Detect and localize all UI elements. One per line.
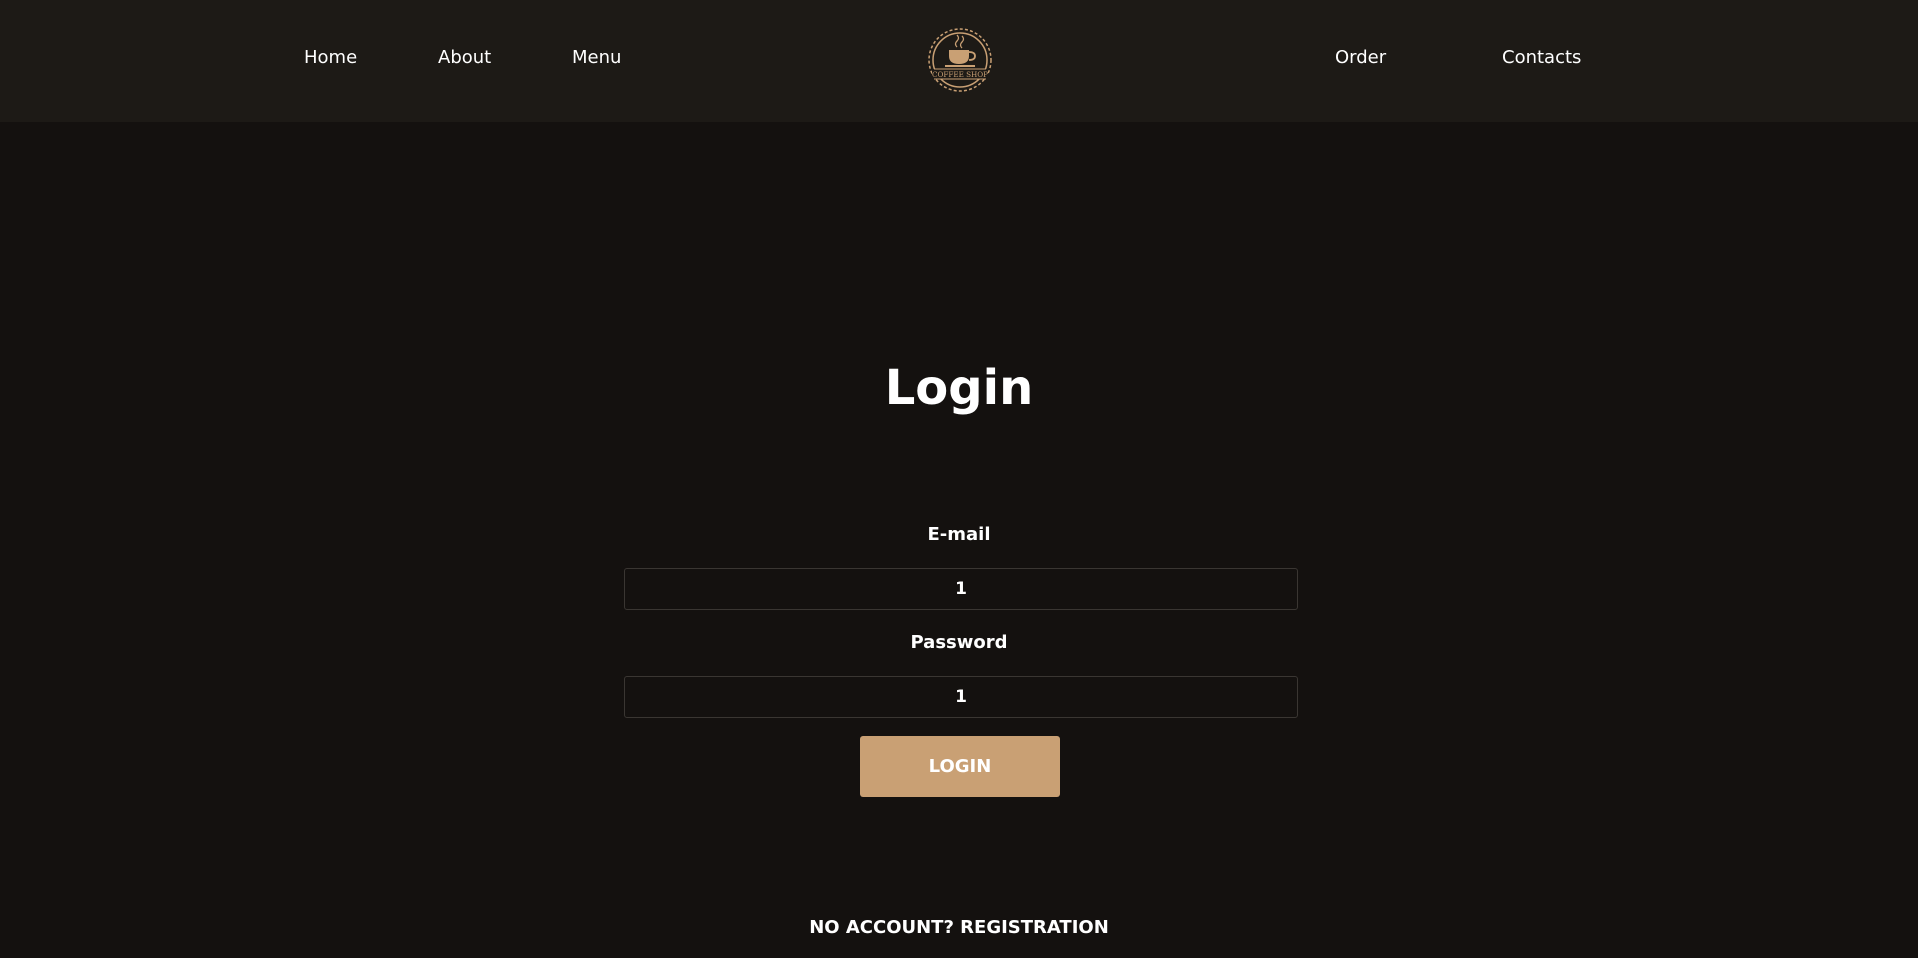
page-title: Login (884, 360, 1034, 416)
nav-about-link[interactable]: About (438, 46, 491, 70)
email-field[interactable] (624, 568, 1298, 610)
coffee-shop-logo[interactable]: COFFEE SHOP (922, 25, 998, 95)
password-field[interactable] (624, 676, 1298, 718)
logo-text: COFFEE SHOP (932, 70, 988, 79)
site-header: Home About Menu COFFEE SHOP Order Contac… (0, 0, 1918, 122)
nav-order-link[interactable]: Order (1335, 46, 1386, 70)
registration-link[interactable]: NO ACCOUNT? REGISTRATION (0, 916, 1918, 940)
nav-home-link[interactable]: Home (304, 46, 357, 70)
coffee-cup-icon: COFFEE SHOP (928, 28, 992, 92)
nav-menu-link[interactable]: Menu (572, 46, 621, 70)
nav-contacts-link[interactable]: Contacts (1502, 46, 1581, 70)
email-label: E-mail (927, 524, 991, 545)
login-button[interactable]: LOGIN (860, 736, 1060, 797)
password-label: Password (910, 632, 1008, 653)
